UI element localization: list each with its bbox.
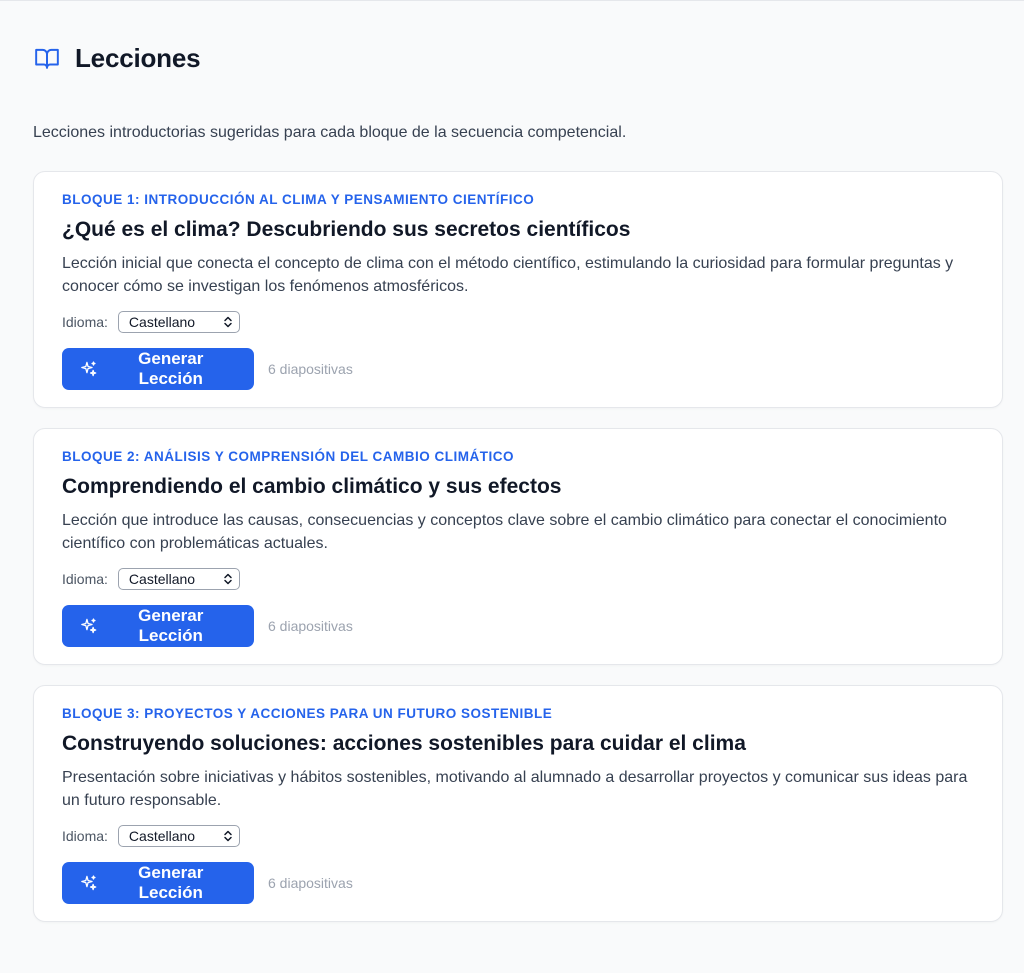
lesson-title: ¿Qué es el clima? Descubriendo sus secre…: [62, 218, 631, 241]
slides-count: 6 diapositivas: [268, 875, 353, 891]
select-chevrons-icon: [224, 573, 232, 585]
language-label: Idioma:: [62, 571, 108, 587]
select-chevrons-icon: [224, 830, 232, 842]
language-row: Idioma: Castellano: [62, 311, 974, 333]
generate-lesson-label: Generar Lección: [138, 606, 204, 645]
sparkles-icon: [81, 875, 97, 891]
language-row: Idioma: Castellano: [62, 825, 974, 847]
book-open-icon: [33, 44, 61, 72]
lesson-list: BLOQUE 1: INTRODUCCIÓN AL CLIMA Y PENSAM…: [33, 171, 1003, 922]
slides-count: 6 diapositivas: [268, 618, 353, 634]
generate-lesson-button[interactable]: Generar Lección: [62, 605, 254, 647]
lesson-card: BLOQUE 3: PROYECTOS Y ACCIONES PARA UN F…: [33, 685, 1003, 922]
block-label: BLOQUE 2: ANÁLISIS Y COMPRENSIÓN DEL CAM…: [62, 449, 515, 464]
lesson-title: Comprendiendo el cambio climático y sus …: [62, 475, 562, 498]
language-select-value: Castellano: [128, 314, 196, 330]
lesson-card: BLOQUE 1: INTRODUCCIÓN AL CLIMA Y PENSAM…: [33, 171, 1003, 408]
generate-lesson-button[interactable]: Generar Lección: [62, 862, 254, 904]
language-select-value: Castellano: [128, 571, 196, 587]
block-label: BLOQUE 3: PROYECTOS Y ACCIONES PARA UN F…: [62, 706, 553, 721]
action-row: Generar Lección 6 diapositivas: [62, 605, 974, 647]
lessons-page: Lecciones Lecciones introductorias suger…: [0, 0, 1024, 973]
generate-lesson-label: Generar Lección: [138, 863, 204, 902]
language-label: Idioma:: [62, 314, 108, 330]
sparkles-icon: [81, 361, 97, 377]
sparkles-icon: [81, 618, 97, 634]
language-row: Idioma: Castellano: [62, 568, 974, 590]
language-select-value: Castellano: [128, 828, 196, 844]
page-header: Lecciones: [33, 41, 1003, 75]
action-row: Generar Lección 6 diapositivas: [62, 862, 974, 904]
action-row: Generar Lección 6 diapositivas: [62, 348, 974, 390]
page-intro: Lecciones introductorias sugeridas para …: [33, 124, 627, 141]
lesson-description: Lección que introduce las causas, consec…: [62, 512, 947, 552]
lesson-card: BLOQUE 2: ANÁLISIS Y COMPRENSIÓN DEL CAM…: [33, 428, 1003, 665]
lesson-title: Construyendo soluciones: acciones sosten…: [62, 732, 746, 755]
page-title: Lecciones: [75, 42, 201, 73]
generate-lesson-button[interactable]: Generar Lección: [62, 348, 254, 390]
slides-count: 6 diapositivas: [268, 361, 353, 377]
generate-lesson-label: Generar Lección: [138, 349, 204, 388]
language-select[interactable]: Castellano: [117, 825, 240, 847]
language-select[interactable]: Castellano: [117, 568, 240, 590]
language-select[interactable]: Castellano: [117, 311, 240, 333]
lesson-description: Presentación sobre iniciativas y hábitos…: [62, 769, 968, 809]
block-label: BLOQUE 1: INTRODUCCIÓN AL CLIMA Y PENSAM…: [62, 192, 535, 207]
lesson-description: Lección inicial que conecta el concepto …: [62, 255, 954, 295]
language-label: Idioma:: [62, 828, 108, 844]
select-chevrons-icon: [224, 316, 232, 328]
